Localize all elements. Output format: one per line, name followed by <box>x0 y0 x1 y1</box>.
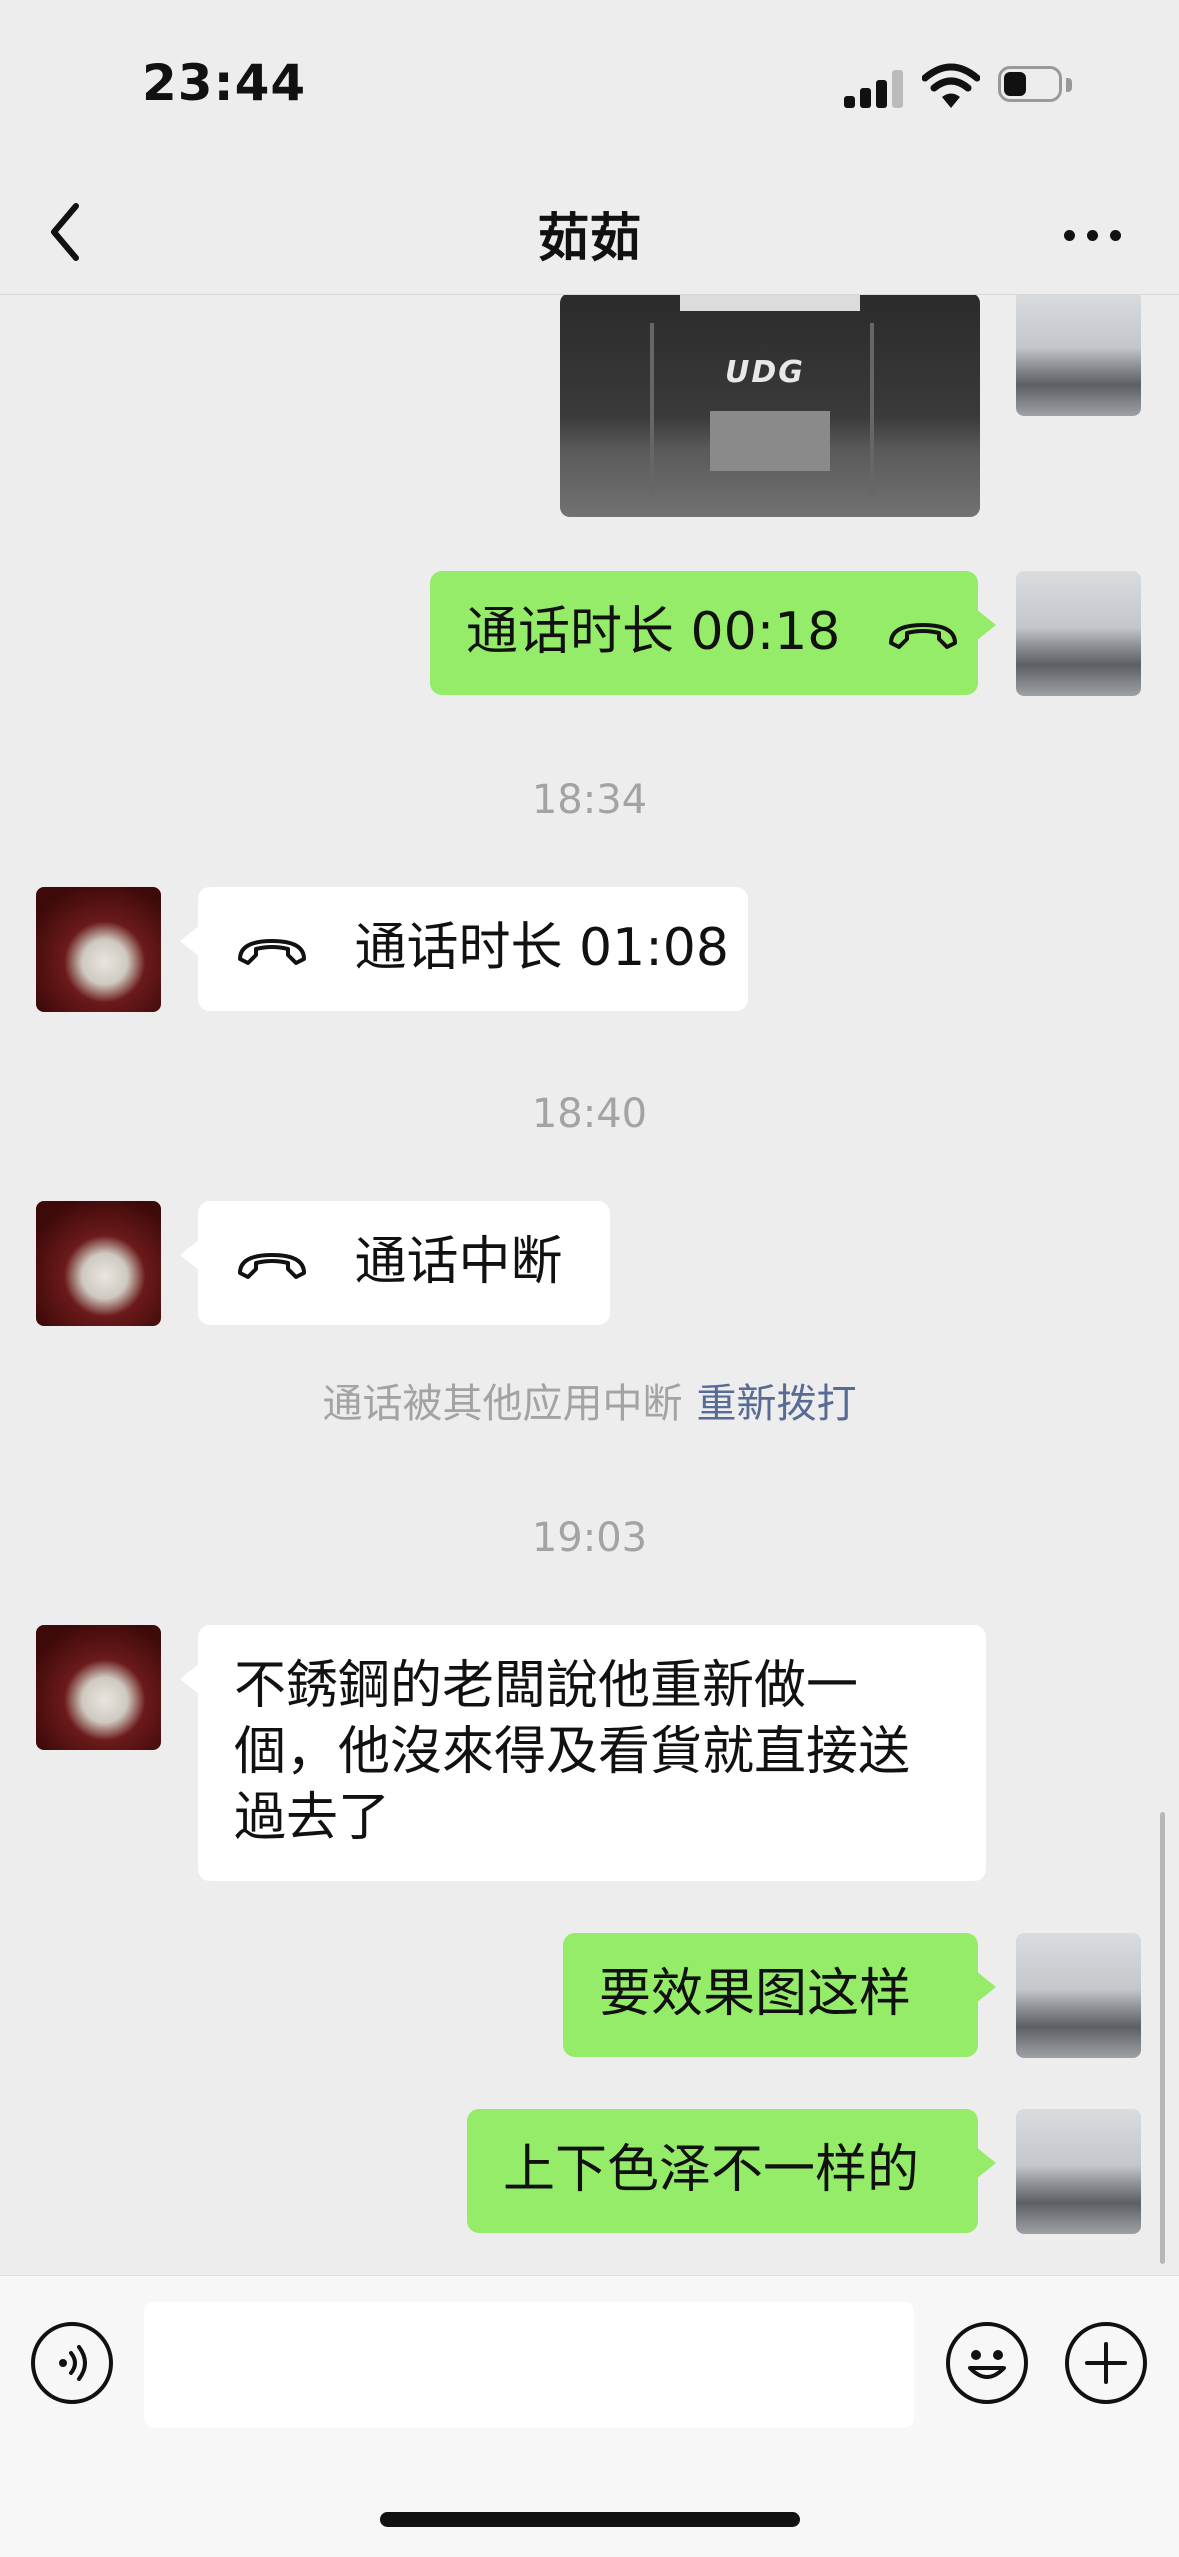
message-list[interactable]: UDG 通话时长 00:18 18:34 通话时长 01:08 18:40 通话… <box>0 295 1179 2275</box>
call-message[interactable]: 通话中断 <box>180 1201 610 1325</box>
text-message[interactable]: 要效果图这样 <box>563 1933 996 2057</box>
input-bar <box>0 2275 1179 2557</box>
home-indicator[interactable] <box>380 2512 800 2527</box>
message-line: 過去了 <box>234 1788 391 1848</box>
avatar-self[interactable] <box>1016 571 1141 696</box>
avatar-other[interactable] <box>36 887 161 1012</box>
battery-icon <box>998 66 1074 104</box>
avatar-other[interactable] <box>36 1201 161 1326</box>
timestamp: 18:40 <box>531 1091 648 1137</box>
message-line: 個，他沒來得及看貨就直接送 <box>234 1722 911 1782</box>
message-text: 要效果图这样 <box>599 1964 912 2024</box>
emoji-icon[interactable] <box>946 2322 1028 2404</box>
phone-hangup-icon <box>238 939 306 965</box>
system-notice-text: 通话被其他应用中断 <box>322 1381 683 1427</box>
chat-header: 茹茹 <box>0 170 1179 295</box>
redial-link[interactable]: 重新拨打 <box>697 1381 857 1427</box>
image-message[interactable]: UDG <box>560 295 980 517</box>
avatar-self[interactable] <box>1016 295 1141 416</box>
text-message[interactable]: 上下色泽不一样的 <box>467 2109 996 2233</box>
chat-title: 茹茹 <box>537 209 642 269</box>
avatar-self[interactable] <box>1016 2109 1141 2234</box>
call-message[interactable]: 通话时长 01:08 <box>180 887 748 1011</box>
text-message[interactable]: 不銹鋼的老闆說他重新做一 個，他沒來得及看貨就直接送 過去了 <box>180 1625 986 1881</box>
call-message[interactable]: 通话时长 00:18 <box>430 571 996 695</box>
system-notice: 通话被其他应用中断 重新拨打 <box>0 1371 1179 1429</box>
wifi-icon <box>922 63 980 108</box>
status-bar: 23:44 <box>0 0 1179 170</box>
status-time: 23:44 <box>142 54 307 112</box>
more-dots-icon[interactable] <box>1058 220 1138 250</box>
call-status-text: 通话中断 <box>354 1232 563 1292</box>
timestamp: 18:34 <box>531 777 648 823</box>
message-input[interactable] <box>144 2302 914 2428</box>
scroll-indicator[interactable] <box>1160 1812 1165 2264</box>
call-duration-text: 通话时长 01:08 <box>354 918 729 978</box>
phone-hangup-icon <box>888 623 957 649</box>
plus-icon[interactable] <box>1065 2322 1147 2404</box>
avatar-self[interactable] <box>1016 1933 1141 2058</box>
call-duration-text: 通话时长 00:18 <box>466 602 841 662</box>
cellular-signal-icon <box>844 70 906 108</box>
message-line: 不銹鋼的老闆說他重新做一 <box>234 1656 859 1716</box>
phone-hangup-icon <box>238 1253 306 1279</box>
avatar-other[interactable] <box>36 1625 161 1750</box>
message-text: 上下色泽不一样的 <box>503 2140 920 2200</box>
image-logo-text: UDG <box>725 355 805 390</box>
voice-icon[interactable] <box>31 2322 113 2404</box>
timestamp: 19:03 <box>531 1515 648 1561</box>
